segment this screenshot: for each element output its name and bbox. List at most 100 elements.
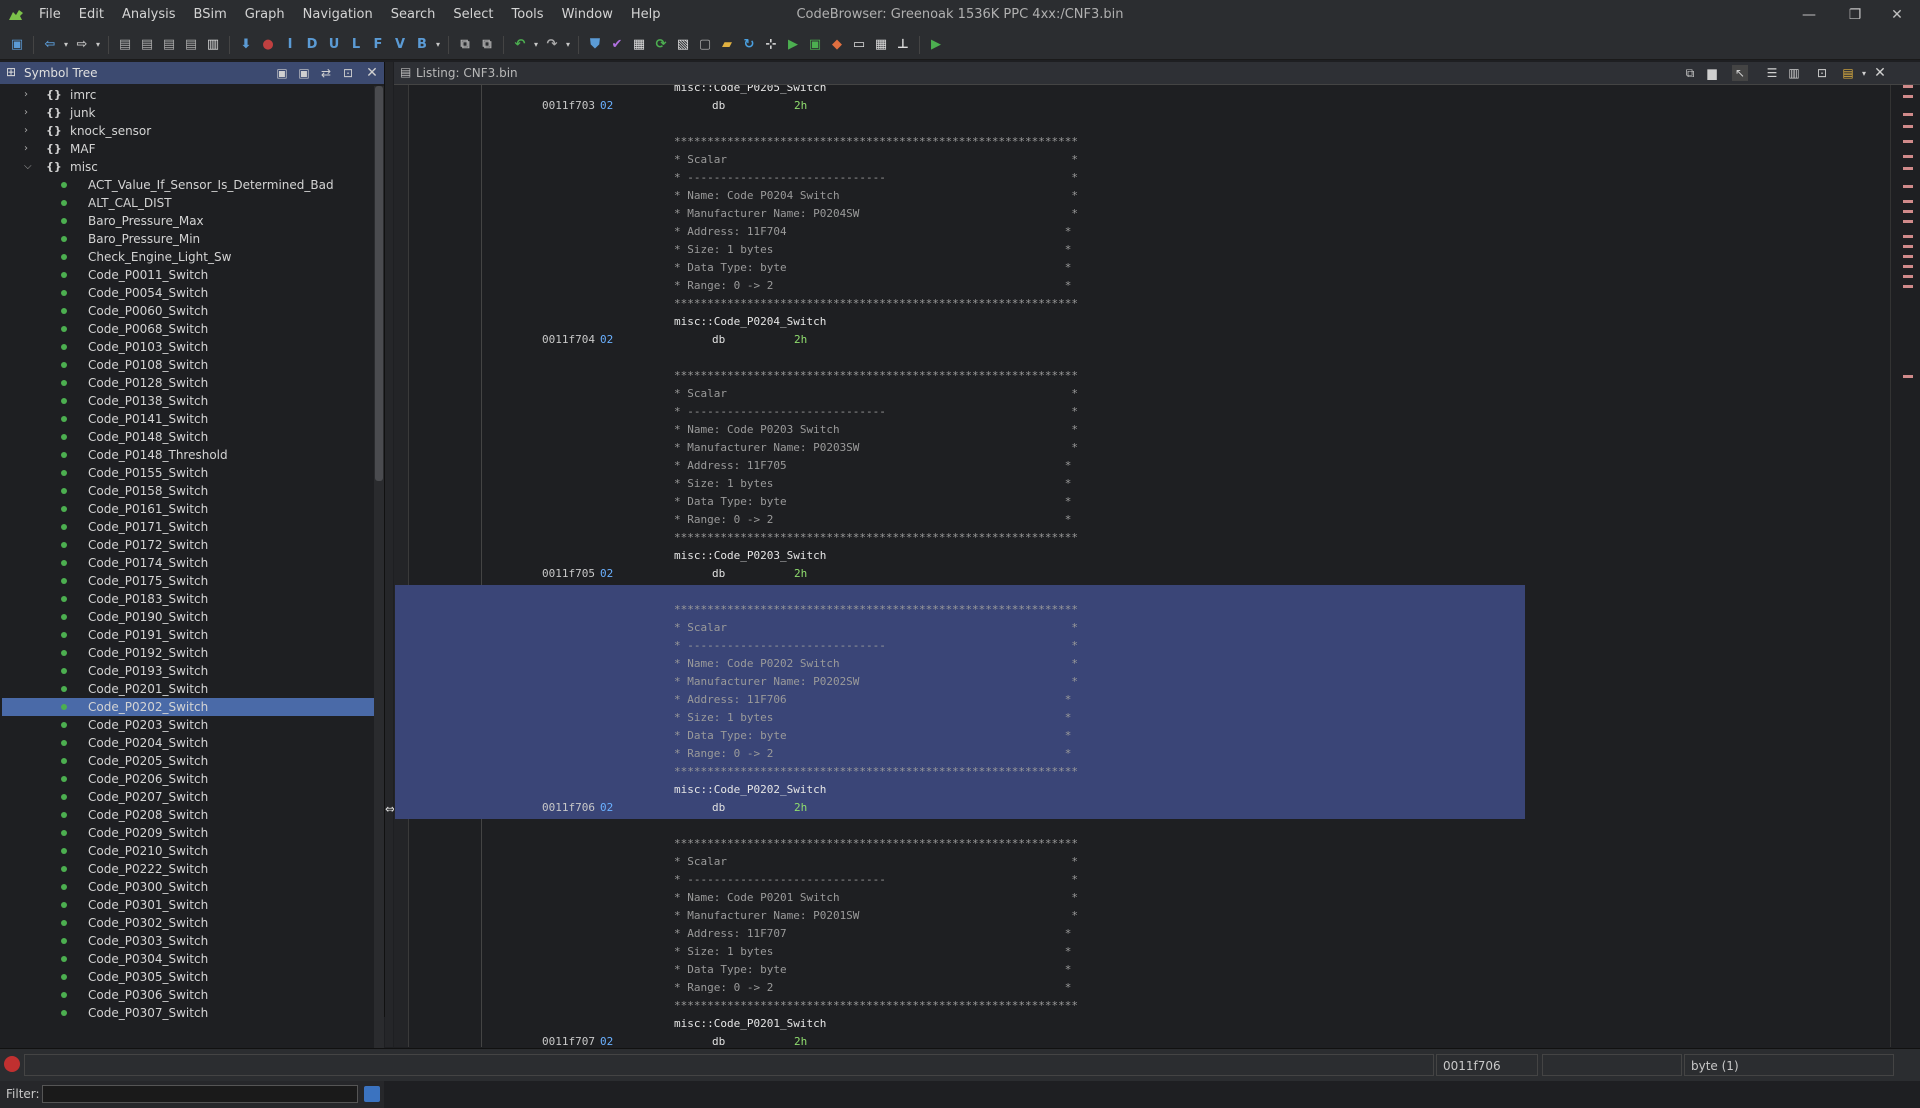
- diamond-icon[interactable]: ◆: [827, 35, 847, 55]
- navigate-data-icon[interactable]: ▤: [115, 35, 135, 55]
- menu-window[interactable]: Window: [553, 0, 622, 30]
- error-icon[interactable]: [4, 1056, 20, 1072]
- save-icon[interactable]: ▣: [7, 35, 27, 55]
- listing-content[interactable]: misc::Code_P0205_Switch 0011f703 02 db 2h ***…: [484, 85, 1884, 1047]
- tree-symbol-row[interactable]: Code_P0068_Switch: [2, 320, 374, 338]
- tree-symbol-row[interactable]: Code_P0207_Switch: [2, 788, 374, 806]
- tree-symbol-row[interactable]: Code_P0172_Switch: [2, 536, 374, 554]
- dropdown-arrow-icon[interactable]: ▾: [62, 35, 70, 55]
- tree-symbol-row[interactable]: Code_P0300_Switch: [2, 878, 374, 896]
- dropdown-arrow-icon[interactable]: ▾: [1856, 65, 1872, 81]
- tree-symbol-row[interactable]: Code_P0158_Switch: [2, 482, 374, 500]
- overview-marker[interactable]: [1903, 125, 1913, 128]
- tree-symbol-row[interactable]: Code_P0307_Switch: [2, 1004, 374, 1022]
- undo-icon[interactable]: ↶: [510, 35, 530, 55]
- redo-icon[interactable]: ↷: [542, 35, 562, 55]
- dropdown-arrow-icon[interactable]: ▾: [434, 35, 442, 55]
- tree-symbol-row[interactable]: Code_P0306_Switch: [2, 986, 374, 1004]
- tree-symbol-row[interactable]: Code_P0201_Switch: [2, 680, 374, 698]
- tree-symbol-row[interactable]: Code_P0171_Switch: [2, 518, 374, 536]
- overview-marker[interactable]: [1903, 255, 1913, 258]
- dropdown-arrow-icon[interactable]: ▾: [94, 35, 102, 55]
- tree-symbol-row[interactable]: Code_P0206_Switch: [2, 770, 374, 788]
- folder-icon[interactable]: ▰: [717, 35, 737, 55]
- tree-symbol-row[interactable]: Code_P0103_Switch: [2, 338, 374, 356]
- tree-symbol-row[interactable]: Code_P0054_Switch: [2, 284, 374, 302]
- panel-splitter[interactable]: ⇔: [385, 62, 395, 1047]
- copy-icon[interactable]: ⧉: [1682, 65, 1698, 81]
- tree-symbol-row[interactable]: Code_P0148_Switch: [2, 428, 374, 446]
- tree-symbol-row[interactable]: Code_P0174_Switch: [2, 554, 374, 572]
- tree-symbol-row[interactable]: Code_P0193_Switch: [2, 662, 374, 680]
- toggle-header-icon[interactable]: ▥: [1786, 65, 1802, 81]
- tree-symbol-row[interactable]: Code_P0175_Switch: [2, 572, 374, 590]
- scrollbar-thumb[interactable]: [375, 86, 383, 481]
- toolbar-letter-u[interactable]: U: [324, 35, 344, 55]
- window-icon[interactable]: ▢: [695, 35, 715, 55]
- tree-symbol-row[interactable]: Code_P0155_Switch: [2, 464, 374, 482]
- tree-symbol-row[interactable]: Code_P0191_Switch: [2, 626, 374, 644]
- menu-tools[interactable]: Tools: [503, 0, 553, 30]
- tree-symbol-row[interactable]: Code_P0222_Switch: [2, 860, 374, 878]
- overview-marker[interactable]: [1903, 275, 1913, 278]
- tree-namespace-row[interactable]: › {} imrc: [2, 86, 374, 104]
- panel-icon[interactable]: ▭: [849, 35, 869, 55]
- dropdown-arrow-icon[interactable]: ▾: [564, 35, 572, 55]
- dropdown-arrow-icon[interactable]: ▾: [532, 35, 540, 55]
- tree-symbol-row[interactable]: Code_P0303_Switch: [2, 932, 374, 950]
- toolbar-letter-i[interactable]: I: [280, 35, 300, 55]
- overview-marker[interactable]: [1903, 265, 1913, 268]
- menu-edit[interactable]: Edit: [70, 0, 113, 30]
- memory-map-icon[interactable]: ▦: [629, 35, 649, 55]
- menu-navigation[interactable]: Navigation: [294, 0, 382, 30]
- overview-marker[interactable]: [1903, 375, 1913, 378]
- tree-symbol-row[interactable]: Code_P0202_Switch: [2, 698, 374, 716]
- tree-symbol-row[interactable]: Code_P0208_Switch: [2, 806, 374, 824]
- symbol-tree-scrollbar[interactable]: [374, 86, 384, 1078]
- navigate-label-icon[interactable]: ▤: [181, 35, 201, 55]
- tree-symbol-row[interactable]: Code_P0060_Switch: [2, 302, 374, 320]
- overview-marker[interactable]: [1903, 155, 1913, 158]
- create-class-icon[interactable]: ▣: [296, 65, 312, 81]
- tree-symbol-row[interactable]: Code_P0183_Switch: [2, 590, 374, 608]
- overview-marker[interactable]: [1903, 235, 1913, 238]
- debug-icon[interactable]: ▣: [805, 35, 825, 55]
- tree-namespace-row[interactable]: › {} knock_sensor: [2, 122, 374, 140]
- overview-marker[interactable]: [1903, 200, 1913, 203]
- overview-marker[interactable]: [1903, 85, 1913, 88]
- tree-symbol-row[interactable]: Code_P0011_Switch: [2, 266, 374, 284]
- menu-file[interactable]: File: [30, 0, 70, 30]
- tree-namespace-row[interactable]: › {} MAF: [2, 140, 374, 158]
- overview-bar[interactable]: [1890, 85, 1919, 1047]
- tree-symbol-row[interactable]: Code_P0203_Switch: [2, 716, 374, 734]
- overview-marker[interactable]: [1903, 210, 1913, 213]
- navigate-instruction-icon[interactable]: ▤: [137, 35, 157, 55]
- snapshot-icon[interactable]: ⊡: [340, 65, 356, 81]
- tree-symbol-row[interactable]: Code_P0128_Switch: [2, 374, 374, 392]
- tree-symbol-row[interactable]: Baro_Pressure_Max: [2, 212, 374, 230]
- minimize-button[interactable]: —: [1786, 0, 1832, 30]
- toolbar-letter-v[interactable]: V: [390, 35, 410, 55]
- overview-marker[interactable]: [1903, 220, 1913, 223]
- tree-namespace-row[interactable]: › {} junk: [2, 104, 374, 122]
- layout-icon[interactable]: ▦: [871, 35, 891, 55]
- tree-symbol-row[interactable]: Code_P0210_Switch: [2, 842, 374, 860]
- tree-symbol-row[interactable]: ALT_CAL_DIST: [2, 194, 374, 212]
- chevron-right-icon[interactable]: ›: [24, 140, 34, 158]
- tree-icon[interactable]: ⊥: [893, 35, 913, 55]
- tree-symbol-row[interactable]: Code_P0108_Switch: [2, 356, 374, 374]
- maximize-button[interactable]: ❐: [1832, 0, 1878, 30]
- run-script-icon[interactable]: ▶: [926, 35, 946, 55]
- filter-options-icon[interactable]: [364, 1086, 380, 1102]
- run-icon[interactable]: ▶: [783, 35, 803, 55]
- back-arrow-icon[interactable]: ⇦: [40, 35, 60, 55]
- graph-icon[interactable]: ⊹: [761, 35, 781, 55]
- down-arrow-icon[interactable]: ⬇: [236, 35, 256, 55]
- menu-analysis[interactable]: Analysis: [113, 0, 185, 30]
- tree-symbol-row[interactable]: Code_P0302_Switch: [2, 914, 374, 932]
- overview-marker[interactable]: [1903, 185, 1913, 188]
- navigate-toggle-icon[interactable]: ⇄: [318, 65, 334, 81]
- tree-symbol-row[interactable]: Code_P0192_Switch: [2, 644, 374, 662]
- tree-symbol-row[interactable]: ACT_Value_If_Sensor_Is_Determined_Bad: [2, 176, 374, 194]
- menu-graph[interactable]: Graph: [236, 0, 294, 30]
